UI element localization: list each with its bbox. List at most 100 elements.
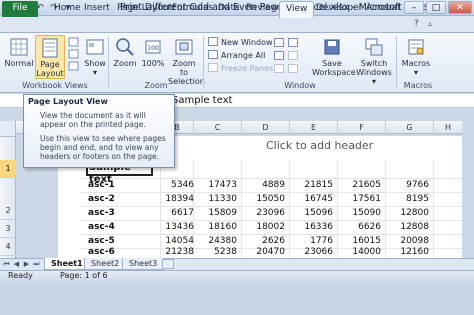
next-sheet-icon[interactable]: ▶ xyxy=(22,259,31,269)
first-sheet-icon[interactable]: ⏮ xyxy=(2,259,11,269)
group-label-macros: Macros xyxy=(403,81,433,90)
sheet-tab-sheet1[interactable]: Sheet1 xyxy=(44,258,90,270)
freeze-panes-icon xyxy=(208,63,218,72)
cell-value[interactable]: 11330 xyxy=(197,193,237,205)
close-button[interactable]: ✕ xyxy=(448,1,472,14)
sheet-tab-sheet3[interactable]: Sheet3 xyxy=(122,258,165,270)
tooltip-text: Use this view to see where pages xyxy=(40,134,166,143)
column-header-h[interactable]: H xyxy=(433,121,462,134)
switch-windows-label: Switch Windows xyxy=(356,59,392,77)
window-bottom-background xyxy=(0,282,474,315)
tab-acrobat[interactable]: Acrobat xyxy=(360,1,407,16)
normal-view-button[interactable]: Normal xyxy=(4,37,34,68)
column-header-f[interactable]: F xyxy=(337,121,385,134)
zoom-button[interactable]: Zoom xyxy=(112,37,138,68)
hide-icon[interactable] xyxy=(274,51,284,60)
column-header-e[interactable]: E xyxy=(289,121,337,134)
synchronous-scrolling-icon[interactable] xyxy=(288,51,298,60)
cell-label[interactable]: asc-6 xyxy=(88,246,115,258)
cell-value[interactable]: 21605 xyxy=(341,179,381,191)
row-header-4[interactable]: 4 xyxy=(0,238,16,256)
column-header-c[interactable]: C xyxy=(193,121,241,134)
cell-value[interactable]: 20470 xyxy=(245,246,285,258)
more-views-icon[interactable] xyxy=(68,37,80,79)
row-header-2[interactable]: 2 xyxy=(0,202,16,220)
show-button[interactable]: Show ▾ xyxy=(82,37,108,77)
tooltip-title: Page Layout View xyxy=(28,97,108,106)
zoom-to-selection-button[interactable]: Zoom to Selection xyxy=(168,37,205,86)
minimize-button[interactable]: – xyxy=(404,1,424,14)
cell-value[interactable]: 16745 xyxy=(293,193,333,205)
insert-sheet-icon[interactable] xyxy=(162,259,174,269)
arrange-all-button[interactable]: Arrange All xyxy=(208,50,265,61)
previous-sheet-icon[interactable]: ◀ xyxy=(12,259,21,269)
cell-label[interactable]: asc-1 xyxy=(88,179,115,191)
cell-value[interactable]: 15096 xyxy=(293,207,333,219)
cell-value[interactable]: 12800 xyxy=(389,207,429,219)
cell-value[interactable]: 23096 xyxy=(245,207,285,219)
page-layout-icon xyxy=(42,38,58,58)
save-workspace-label: Save Workspace xyxy=(312,59,356,77)
help-icon[interactable]: ? xyxy=(414,19,419,29)
save-workspace-button[interactable]: Save Workspace xyxy=(312,37,356,77)
cell-value[interactable]: 21815 xyxy=(293,179,333,191)
cell-value[interactable]: 14000 xyxy=(341,246,381,258)
cell-value[interactable]: 12808 xyxy=(389,221,429,233)
cell-label[interactable]: asc-2 xyxy=(88,193,115,205)
cell-value[interactable]: 16336 xyxy=(293,221,333,233)
row-header-3[interactable]: 3 xyxy=(0,220,16,238)
tab-review[interactable]: Review xyxy=(240,1,284,16)
group-label-window: Window xyxy=(284,81,316,90)
cell-value[interactable]: 4889 xyxy=(245,179,285,191)
cell-value[interactable]: 15050 xyxy=(245,193,285,205)
reset-window-position-icon[interactable] xyxy=(288,64,298,73)
cell-value[interactable]: 13436 xyxy=(154,221,194,233)
svg-text:100: 100 xyxy=(147,45,159,52)
new-window-button[interactable]: New Window xyxy=(208,37,273,48)
freeze-panes-button[interactable]: Freeze Panes ▾ xyxy=(208,63,280,74)
ribbon-minimize-icon[interactable]: ▵ xyxy=(428,19,432,28)
tab-file[interactable]: File xyxy=(2,1,38,17)
cell-label[interactable]: asc-3 xyxy=(88,207,115,219)
cell-value[interactable]: 17561 xyxy=(341,193,381,205)
cell-value[interactable]: 18394 xyxy=(154,193,194,205)
select-all-corner[interactable] xyxy=(0,121,16,137)
cell-value[interactable]: 15809 xyxy=(197,207,237,219)
maximize-button[interactable]: □ xyxy=(426,1,446,14)
cell-value[interactable]: 8195 xyxy=(389,193,429,205)
last-sheet-icon[interactable]: ⏭ xyxy=(32,259,41,269)
cell-label[interactable]: asc-4 xyxy=(88,221,115,233)
cell-value[interactable]: 9766 xyxy=(389,179,429,191)
cell-value[interactable]: 21238 xyxy=(154,246,194,258)
cell-value[interactable]: 6617 xyxy=(154,207,194,219)
formula-bar-value[interactable]: Sample text xyxy=(172,95,232,107)
cell-value[interactable]: 17473 xyxy=(197,179,237,191)
sheet-tab-sheet2[interactable]: Sheet2 xyxy=(84,258,127,270)
zoom-100-button[interactable]: 100 100% xyxy=(140,37,166,68)
cell-value[interactable]: 12160 xyxy=(389,246,429,258)
page-layout-view-button[interactable]: Page Layout xyxy=(35,35,65,79)
cell-value[interactable]: 18160 xyxy=(197,221,237,233)
switch-windows-icon xyxy=(365,38,383,56)
switch-windows-button[interactable]: Switch Windows ▾ xyxy=(354,37,394,86)
cell-value[interactable]: 5346 xyxy=(154,179,194,191)
zoom-100-icon: 100 xyxy=(145,40,161,54)
normal-view-icon xyxy=(10,38,28,56)
column-header-g[interactable]: G xyxy=(385,121,433,134)
view-side-by-side-icon[interactable] xyxy=(288,38,298,47)
arrange-all-icon xyxy=(208,50,218,59)
cell-value[interactable]: 23066 xyxy=(293,246,333,258)
normal-view-label: Normal xyxy=(4,59,34,68)
cell-value[interactable]: 6626 xyxy=(341,221,381,233)
macros-button[interactable]: Macros ▾ xyxy=(400,37,432,77)
ribbon-tab-bar xyxy=(0,16,474,33)
split-icon[interactable] xyxy=(274,38,284,47)
cell-value[interactable]: 18002 xyxy=(245,221,285,233)
row-header-1[interactable]: 1 xyxy=(0,160,16,178)
header-placeholder[interactable]: Click to add header xyxy=(266,139,373,152)
cell-value[interactable]: 5238 xyxy=(197,246,237,258)
column-header-d[interactable]: D xyxy=(241,121,289,134)
cell-value[interactable]: 15090 xyxy=(341,207,381,219)
unhide-icon[interactable] xyxy=(274,64,284,73)
page-layout-label: Page Layout xyxy=(36,60,64,78)
